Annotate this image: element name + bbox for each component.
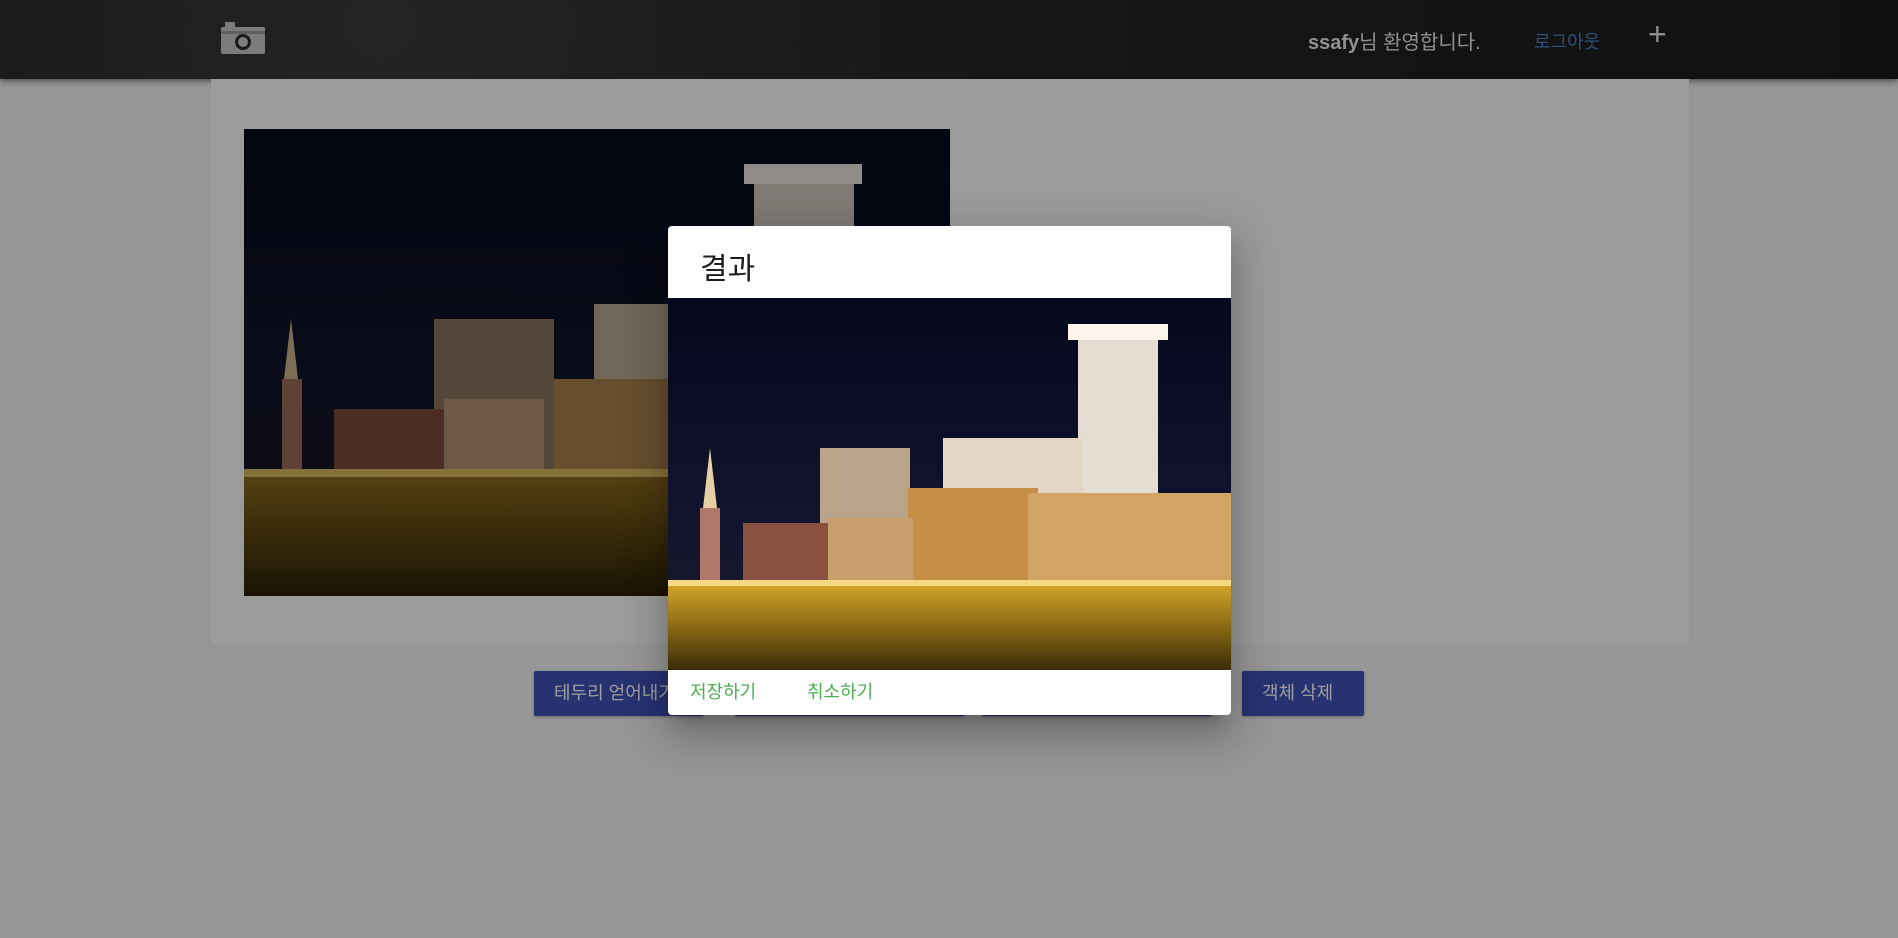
dialog-actions: 저장하기 취소하기: [668, 670, 1231, 715]
cancel-button[interactable]: 취소하기: [799, 670, 881, 715]
result-dialog: 결과 저장하기 취소하기: [668, 226, 1231, 715]
save-button[interactable]: 저장하기: [682, 670, 764, 715]
result-photo: [668, 298, 1231, 670]
dialog-title: 결과: [700, 253, 756, 286]
